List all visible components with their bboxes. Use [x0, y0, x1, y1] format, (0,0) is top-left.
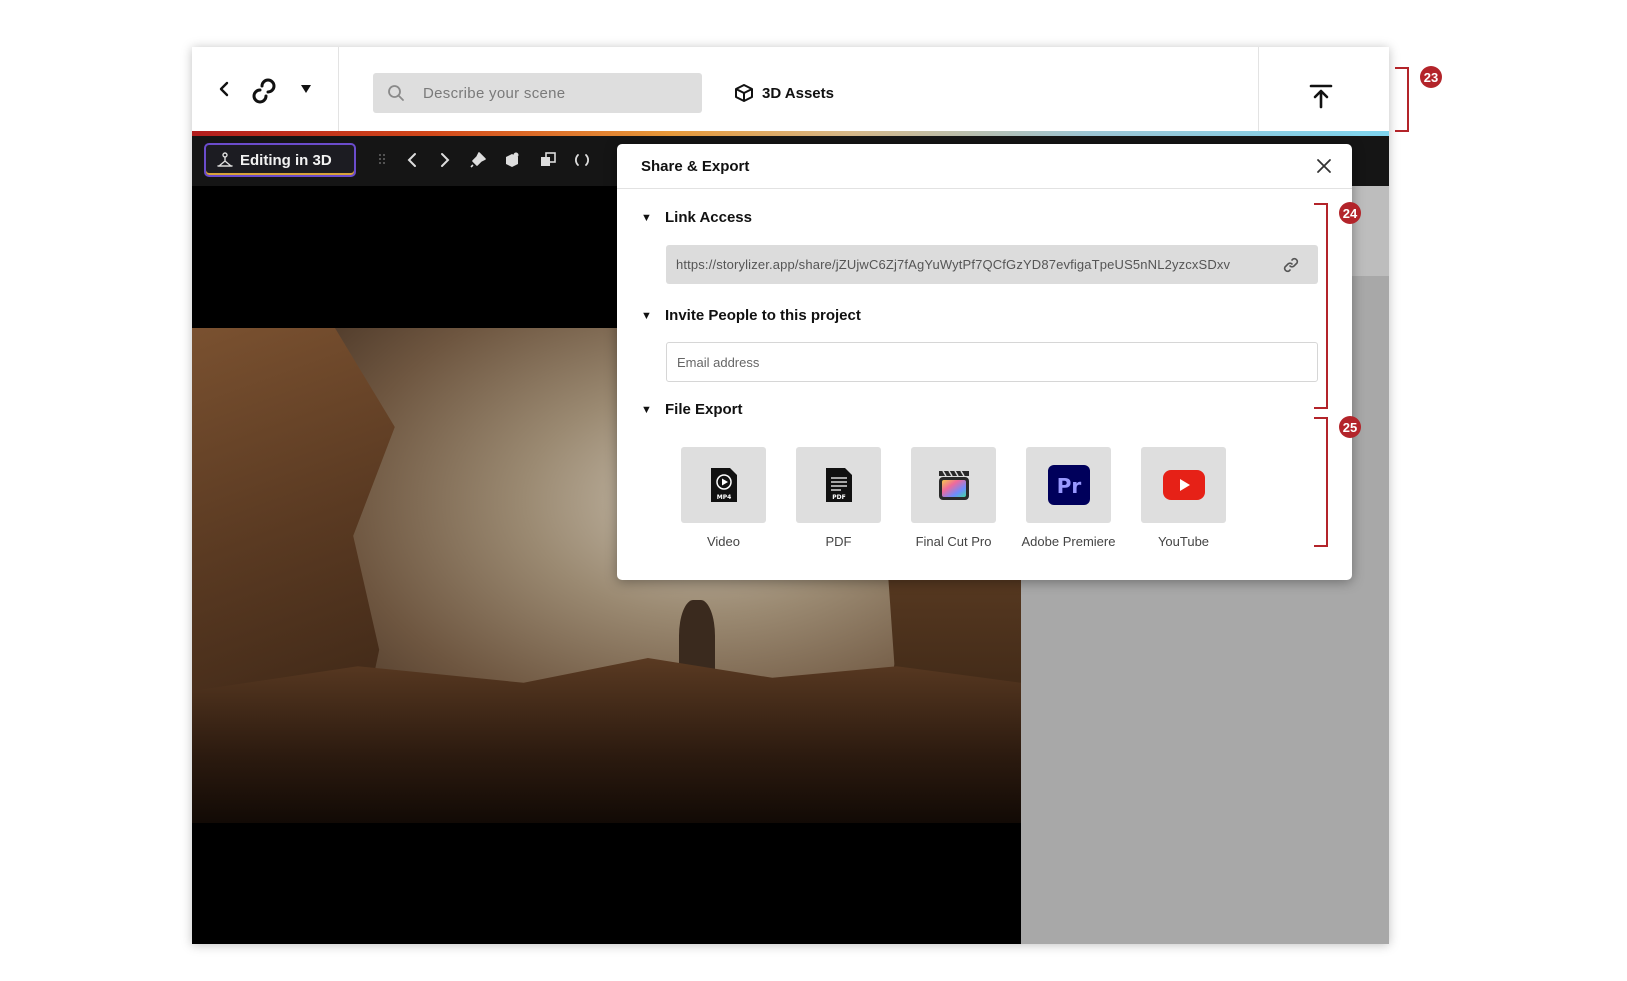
export-video-option[interactable]: MP4 Video	[666, 447, 781, 550]
callout-bracket-25	[1314, 417, 1328, 547]
back-chevron-icon[interactable]	[214, 77, 234, 101]
svg-text:MP4: MP4	[716, 494, 731, 501]
collapse-triangle-icon: ▼	[641, 403, 652, 416]
email-address-input[interactable]: Email address	[666, 342, 1318, 382]
dialog-header: Share & Export	[617, 144, 1352, 189]
editing-mode-label: Editing in 3D	[240, 151, 332, 169]
caret-down-icon[interactable]	[300, 84, 312, 94]
reset-rotation-icon[interactable]	[572, 150, 592, 170]
rocky-ground	[192, 658, 1021, 823]
file-export-section-toggle[interactable]: ▼ File Export	[641, 401, 743, 418]
dialog-title: Share & Export	[641, 158, 750, 175]
export-pdf-option[interactable]: PDF PDF	[781, 447, 896, 550]
svg-text:PDF: PDF	[832, 494, 845, 501]
invite-label: Invite People to this project	[665, 307, 861, 324]
object-icon[interactable]	[502, 150, 522, 170]
invite-section-toggle[interactable]: ▼ Invite People to this project	[641, 307, 861, 324]
export-youtube-label: YouTube	[1157, 534, 1210, 549]
editing-mode-badge[interactable]: Editing in 3D	[204, 143, 356, 177]
previous-icon[interactable]	[402, 150, 422, 170]
scene-search-input[interactable]: Describe your scene	[373, 73, 702, 113]
email-placeholder: Email address	[677, 354, 760, 370]
callout-number-25: 25	[1339, 416, 1361, 438]
export-final-cut-pro-tile[interactable]	[911, 447, 996, 523]
export-video-label: Video	[706, 534, 740, 549]
callout-bracket-23	[1395, 67, 1409, 132]
callout-number-23: 23	[1420, 66, 1442, 88]
close-icon[interactable]	[1316, 158, 1332, 174]
search-placeholder: Describe your scene	[423, 84, 566, 102]
export-video-tile[interactable]: MP4	[681, 447, 766, 523]
svg-text:Pr: Pr	[1056, 474, 1081, 498]
drag-handle-icon[interactable]	[372, 150, 392, 170]
export-adobe-premiere-option[interactable]: Pr Adobe Premiere	[1011, 447, 1126, 550]
collapse-triangle-icon: ▼	[641, 211, 652, 224]
final-cut-pro-icon	[938, 470, 969, 500]
letterbox-bottom	[192, 823, 1021, 944]
mp4-file-icon: MP4	[710, 468, 737, 502]
collapse-triangle-icon: ▼	[641, 309, 652, 322]
duplicate-icon[interactable]	[538, 150, 558, 170]
divider	[338, 47, 339, 132]
youtube-icon	[1162, 470, 1205, 500]
export-youtube-tile[interactable]	[1141, 447, 1226, 523]
adobe-premiere-icon: Pr	[1047, 465, 1090, 505]
3d-assets-button[interactable]: 3D Assets	[732, 81, 834, 105]
3d-assets-label: 3D Assets	[762, 84, 834, 102]
upload-share-icon[interactable]	[1308, 83, 1334, 109]
export-adobe-premiere-label: Adobe Premiere	[1021, 534, 1116, 549]
divider	[1258, 47, 1259, 132]
share-link-field[interactable]: https://storylizer.app/share/jZUjwC6Zj7f…	[666, 245, 1318, 284]
export-youtube-option[interactable]: YouTube	[1126, 447, 1241, 550]
search-icon	[388, 85, 404, 101]
share-link-url: https://storylizer.app/share/jZUjwC6Zj7f…	[676, 257, 1231, 272]
link-access-label: Link Access	[665, 209, 752, 226]
3d-axis-icon	[217, 152, 233, 167]
export-pdf-tile[interactable]: PDF	[796, 447, 881, 523]
pdf-file-icon: PDF	[825, 468, 852, 502]
callout-number-24: 24	[1339, 202, 1361, 224]
share-export-dialog: Share & Export ▼ Link Access https://sto…	[617, 144, 1352, 580]
callout-bracket-24	[1314, 203, 1328, 409]
export-pdf-label: PDF	[825, 534, 852, 549]
link-access-section-toggle[interactable]: ▼ Link Access	[641, 209, 752, 226]
export-final-cut-pro-option[interactable]: Final Cut Pro	[896, 447, 1011, 550]
file-export-label: File Export	[665, 401, 743, 418]
next-icon[interactable]	[435, 150, 455, 170]
copy-link-icon[interactable]	[1282, 256, 1300, 274]
top-bar: Describe your scene 3D Assets	[192, 47, 1389, 132]
cube-icon	[735, 84, 753, 102]
export-options: MP4 Video PDF PDF Final Cut Pro Pr Adobe…	[666, 447, 1241, 550]
export-final-cut-pro-label: Final Cut Pro	[915, 534, 992, 549]
pin-icon[interactable]	[468, 150, 488, 170]
export-adobe-premiere-tile[interactable]: Pr	[1026, 447, 1111, 523]
app-logo-icon[interactable]	[248, 75, 280, 107]
